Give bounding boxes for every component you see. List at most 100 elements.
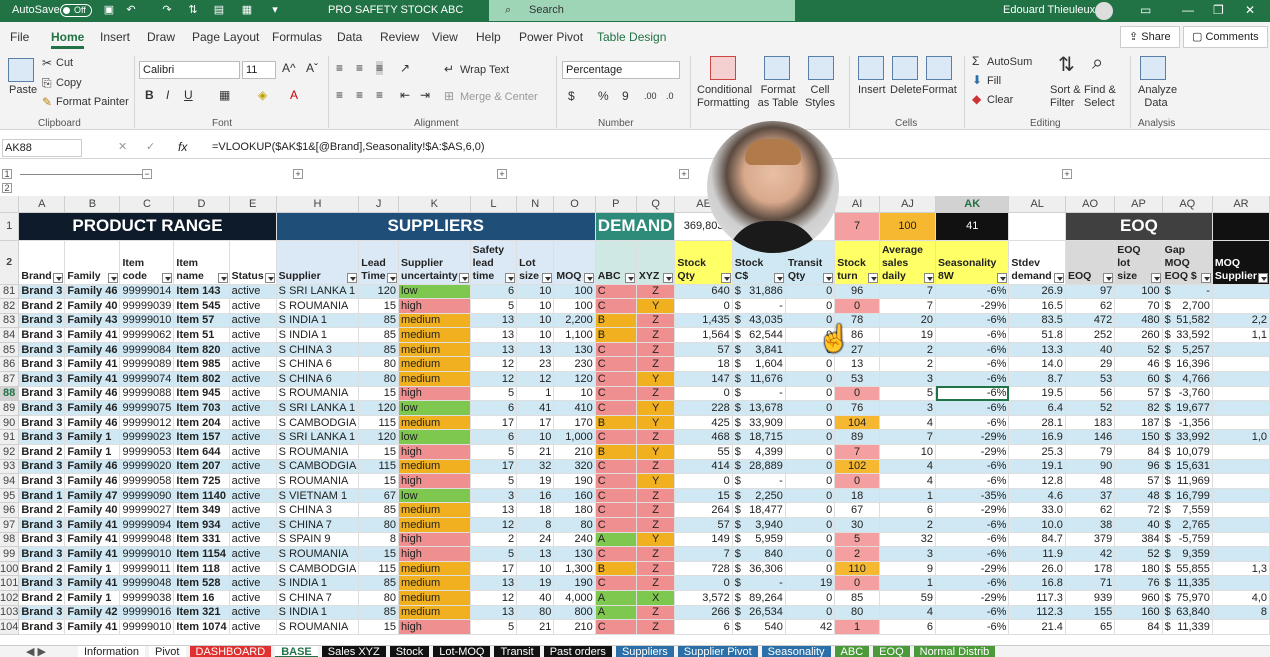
row-header[interactable]: 1 <box>0 212 20 241</box>
cell-xyz[interactable]: Z <box>636 605 676 621</box>
row-header[interactable]: 81 <box>0 284 20 300</box>
sort-icon[interactable]: ⇅ <box>186 3 200 17</box>
cell-stdev-demand[interactable]: 28.1 <box>1008 415 1066 431</box>
cell-supplier[interactable]: S ROUMANIA <box>276 546 360 562</box>
cell-safety-lead-time[interactable]: 5 <box>470 386 518 402</box>
cell-brand[interactable]: Brand 3 <box>18 400 66 416</box>
cell-lot-size[interactable]: 10 <box>516 327 555 343</box>
cell-safety-lead-time[interactable]: 17 <box>470 415 518 431</box>
cell-gap-moq-eoq[interactable]: $ -1,356 <box>1162 415 1213 431</box>
cell-gap-moq-eoq[interactable]: $ -5,759 <box>1162 532 1213 548</box>
cell-avg-sales-daily[interactable]: 7 <box>879 284 937 300</box>
cell-lead-time[interactable]: 115 <box>358 459 400 475</box>
sheet-tab-lot-moq[interactable]: Lot-MOQ <box>433 646 491 657</box>
cell-avg-sales-daily[interactable]: 4 <box>879 605 937 621</box>
cell-status[interactable]: active <box>229 561 277 577</box>
column-header-k[interactable]: K <box>398 196 471 213</box>
align-left-icon[interactable]: ≡ <box>336 88 343 102</box>
column-header-ai[interactable]: AI <box>834 196 880 213</box>
cell-status[interactable]: active <box>229 590 277 606</box>
cell-family[interactable]: Family 46 <box>64 386 121 402</box>
cell-brand[interactable]: Brand 3 <box>18 415 66 431</box>
cell-stock-qty[interactable]: 728 <box>674 561 733 577</box>
tab-draw[interactable]: Draw <box>147 30 175 44</box>
cell-gap-moq-eoq[interactable]: $33,592 <box>1162 327 1213 343</box>
tab-insert[interactable]: Insert <box>100 30 130 44</box>
cell-stock-value[interactable]: $ - <box>732 386 786 402</box>
cell-item-name[interactable]: Item 644 <box>173 444 230 460</box>
column-header-supplier-uncertainty[interactable]: Supplier uncertainty <box>398 240 471 285</box>
filter-dropdown-icon[interactable] <box>542 272 553 283</box>
cell-eoq[interactable]: 178 <box>1065 561 1116 577</box>
cell-status[interactable]: active <box>229 386 277 402</box>
cell-seasonality[interactable]: -6% <box>935 313 1010 329</box>
cell-eoq-lot-size[interactable]: 82 <box>1114 400 1163 416</box>
cell-safety-lead-time[interactable]: 6 <box>470 284 518 300</box>
cell-item-name[interactable]: Item 545 <box>173 298 230 314</box>
cell-stock-qty[interactable]: 266 <box>674 605 733 621</box>
column-header-aj[interactable]: AJ <box>879 196 937 213</box>
cell-gap-moq-eoq[interactable]: $15,631 <box>1162 459 1213 475</box>
cell-stock-value[interactable]: $13,678 <box>732 400 786 416</box>
cell-item-code[interactable]: 99999075 <box>119 400 175 416</box>
column-header-supplier[interactable]: Supplier <box>276 240 360 285</box>
cell-supplier-uncertainty[interactable]: medium <box>398 327 471 343</box>
table-row[interactable]: 86 Brand 3 Family 41 99999089 Item 985 active… <box>0 356 1270 373</box>
cell-abc[interactable]: B <box>595 313 637 329</box>
decrease-font-icon[interactable]: Aˇ <box>306 61 318 75</box>
cell-transit-qty[interactable]: 0 <box>785 488 836 504</box>
cell-safety-lead-time[interactable]: 17 <box>470 459 518 475</box>
format-cells-button[interactable]: Format <box>922 84 957 97</box>
column-header-j[interactable]: J <box>358 196 400 213</box>
cell-stock-value[interactable]: $18,477 <box>732 502 786 518</box>
cell-seasonality[interactable]: -29% <box>935 561 1010 577</box>
cell-lead-time[interactable]: 80 <box>358 371 400 387</box>
cell-family[interactable]: Family 46 <box>64 284 121 300</box>
cell-status[interactable]: active <box>229 444 277 460</box>
cell-stdev-demand[interactable]: 8.7 <box>1008 371 1066 387</box>
section-demand[interactable]: DEMAND <box>595 212 676 241</box>
save-icon[interactable]: ▣ <box>102 3 116 17</box>
cell-stdev-demand[interactable]: 26.9 <box>1008 284 1066 300</box>
cell-stdev-demand[interactable]: 83.5 <box>1008 313 1066 329</box>
expand-group-button[interactable]: + <box>293 169 303 179</box>
cell-moq-supplier[interactable]: 4,0 <box>1212 590 1270 606</box>
cell-moq[interactable]: 410 <box>553 400 596 416</box>
cell-supplier-uncertainty[interactable]: medium <box>398 575 471 591</box>
cell-lead-time[interactable]: 85 <box>358 575 400 591</box>
cell-moq-supplier[interactable] <box>1212 356 1270 373</box>
cell-stock-turn[interactable]: 85 <box>834 590 880 606</box>
cell-supplier[interactable]: S SRI LANKA 1 <box>276 400 360 416</box>
cell-brand[interactable]: Brand 2 <box>18 561 66 577</box>
cell-seasonality[interactable]: -29% <box>935 429 1010 446</box>
cell-status[interactable]: active <box>229 327 277 343</box>
cell-stock-value[interactable]: $26,534 <box>732 605 786 621</box>
cell-abc[interactable]: B <box>595 327 637 343</box>
table-row[interactable]: 95 Brand 1 Family 47 99999090 Item 1140 activ… <box>0 488 1270 504</box>
analyze-data-button[interactable]: Analyze Data <box>1138 84 1177 110</box>
table-row[interactable]: 85 Brand 3 Family 46 99999084 Item 820 active… <box>0 342 1270 358</box>
cell-ak1[interactable]: 41 <box>935 212 1010 241</box>
cell-lot-size[interactable]: 40 <box>516 590 555 606</box>
cell-lot-size[interactable]: 32 <box>516 459 555 475</box>
cell-item-name[interactable]: Item 51 <box>173 327 230 343</box>
cell-eoq-lot-size[interactable]: 160 <box>1114 605 1163 621</box>
cell-item-code[interactable]: 99999010 <box>119 546 175 562</box>
column-header-stock-qty[interactable]: Stock Qty <box>674 240 733 285</box>
cell-transit-qty[interactable]: 0 <box>785 444 836 460</box>
table-row[interactable]: 91 Brand 3 Family 1 99999023 Item 157 active S… <box>0 429 1270 446</box>
cell-styles-icon[interactable] <box>808 56 834 80</box>
cell-status[interactable]: active <box>229 342 277 358</box>
cell-item-code[interactable]: 99999094 <box>119 517 175 533</box>
cell-supplier-uncertainty[interactable]: low <box>398 429 471 446</box>
cell-eoq-lot-size[interactable]: 52 <box>1114 342 1163 358</box>
cell-xyz[interactable]: Z <box>636 561 676 577</box>
column-header-item-code[interactable]: Item code <box>119 240 175 285</box>
cell-stock-value[interactable]: $5,959 <box>732 532 786 548</box>
cell-family[interactable]: Family 43 <box>64 313 121 329</box>
cell-eoq[interactable]: 79 <box>1065 444 1116 460</box>
cell-supplier[interactable]: S INDIA 1 <box>276 605 360 621</box>
cell-stdev-demand[interactable]: 14.0 <box>1008 356 1066 373</box>
autosum-button[interactable]: AutoSum <box>987 56 1032 69</box>
cell-brand[interactable]: Brand 3 <box>18 473 66 489</box>
